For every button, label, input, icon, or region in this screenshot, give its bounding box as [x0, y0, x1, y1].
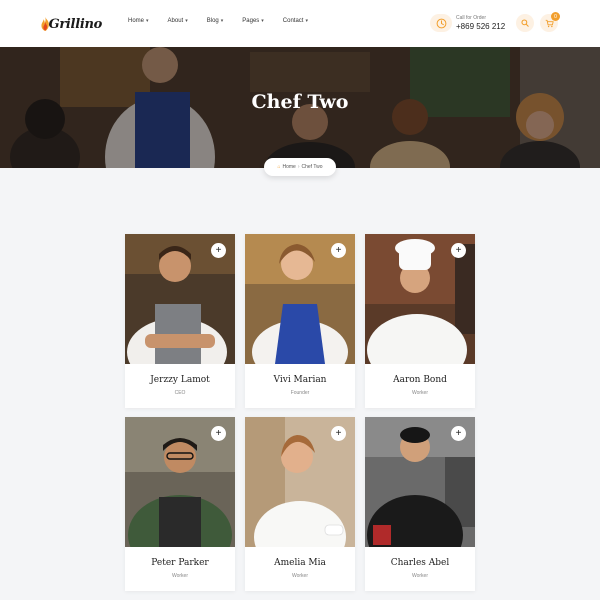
nav-pages[interactable]: Pages ▾ — [242, 18, 264, 24]
plus-icon[interactable]: + — [211, 426, 226, 441]
chevron-down-icon: ▾ — [220, 18, 224, 24]
hero-banner: Chef Two — [0, 47, 600, 168]
chef-role: Worker — [411, 573, 429, 579]
chef-name[interactable]: Amelia Mia — [245, 558, 355, 568]
breadcrumb-separator: › — [297, 164, 300, 170]
chef-name[interactable]: Aaron Bond — [365, 375, 475, 385]
plus-icon[interactable]: + — [451, 426, 466, 441]
chef-name[interactable]: Vivi Marian — [245, 375, 355, 385]
nav-contact-label: Contact — [282, 18, 304, 24]
brand-logo[interactable]: Grillino — [40, 10, 102, 38]
main-nav: Home ▾ About ▾ Blog ▾ Pages ▾ Contact ▾ — [128, 18, 327, 24]
chef-card[interactable]: + Jerzzy Lamot CEO — [125, 234, 235, 408]
nav-blog[interactable]: Blog ▾ — [207, 18, 224, 24]
chevron-down-icon: ▾ — [305, 18, 308, 24]
call-for-order[interactable]: Call for Order +869 526 212 — [430, 13, 505, 33]
chef-name[interactable]: Jerzzy Lamot — [125, 375, 235, 385]
order-label: Call for Order — [456, 14, 487, 21]
plus-icon[interactable]: + — [331, 426, 346, 441]
chef-name[interactable]: Charles Abel — [365, 558, 475, 568]
nav-blog-label: Blog — [206, 18, 219, 24]
chef-card[interactable]: + Vivi Marian Founder — [245, 234, 355, 408]
nav-about-label: About — [167, 18, 184, 24]
clock-icon — [430, 14, 452, 32]
breadcrumb-current: Chef Two — [301, 164, 323, 170]
chevron-down-icon: ▾ — [146, 18, 149, 24]
chef-role: Worker — [171, 573, 189, 579]
nav-pages-label: Pages — [242, 18, 260, 24]
search-icon — [521, 19, 529, 27]
chef-role: CEO — [174, 390, 186, 396]
page-title: Chef Two — [251, 91, 349, 113]
cart-count-badge: 0 — [551, 12, 560, 21]
breadcrumb-home-link[interactable]: Home — [282, 164, 295, 170]
home-icon: ⌂ — [277, 164, 281, 170]
plus-icon[interactable]: + — [331, 243, 346, 258]
chef-card[interactable]: + Peter Parker Worker — [125, 417, 235, 591]
chef-role: Founder — [290, 390, 310, 396]
plus-icon[interactable]: + — [451, 243, 466, 258]
chef-card[interactable]: + Aaron Bond Worker — [365, 234, 475, 408]
order-phone: +869 526 212 — [456, 21, 506, 31]
chevron-down-icon: ▾ — [185, 18, 188, 24]
chevron-down-icon: ▾ — [261, 18, 264, 24]
brand-name: Grillino — [48, 16, 103, 32]
chef-card[interactable]: + Charles Abel Worker — [365, 417, 475, 591]
chef-card[interactable]: + Amelia Mia Worker — [245, 417, 355, 591]
breadcrumb: ⌂ Home › Chef Two — [264, 158, 336, 176]
chef-name[interactable]: Peter Parker — [125, 558, 235, 568]
nav-home-label: Home — [128, 18, 145, 24]
nav-contact[interactable]: Contact ▾ — [283, 18, 308, 24]
chef-role: Worker — [411, 390, 429, 396]
chef-role: Worker — [291, 573, 309, 579]
search-button[interactable] — [516, 14, 534, 32]
nav-home[interactable]: Home ▾ — [128, 18, 149, 24]
plus-icon[interactable]: + — [211, 243, 226, 258]
nav-about[interactable]: About ▾ — [168, 18, 188, 24]
site-header: Grillino Home ▾ About ▾ Blog ▾ Pages ▾ Conta… — [0, 0, 600, 47]
